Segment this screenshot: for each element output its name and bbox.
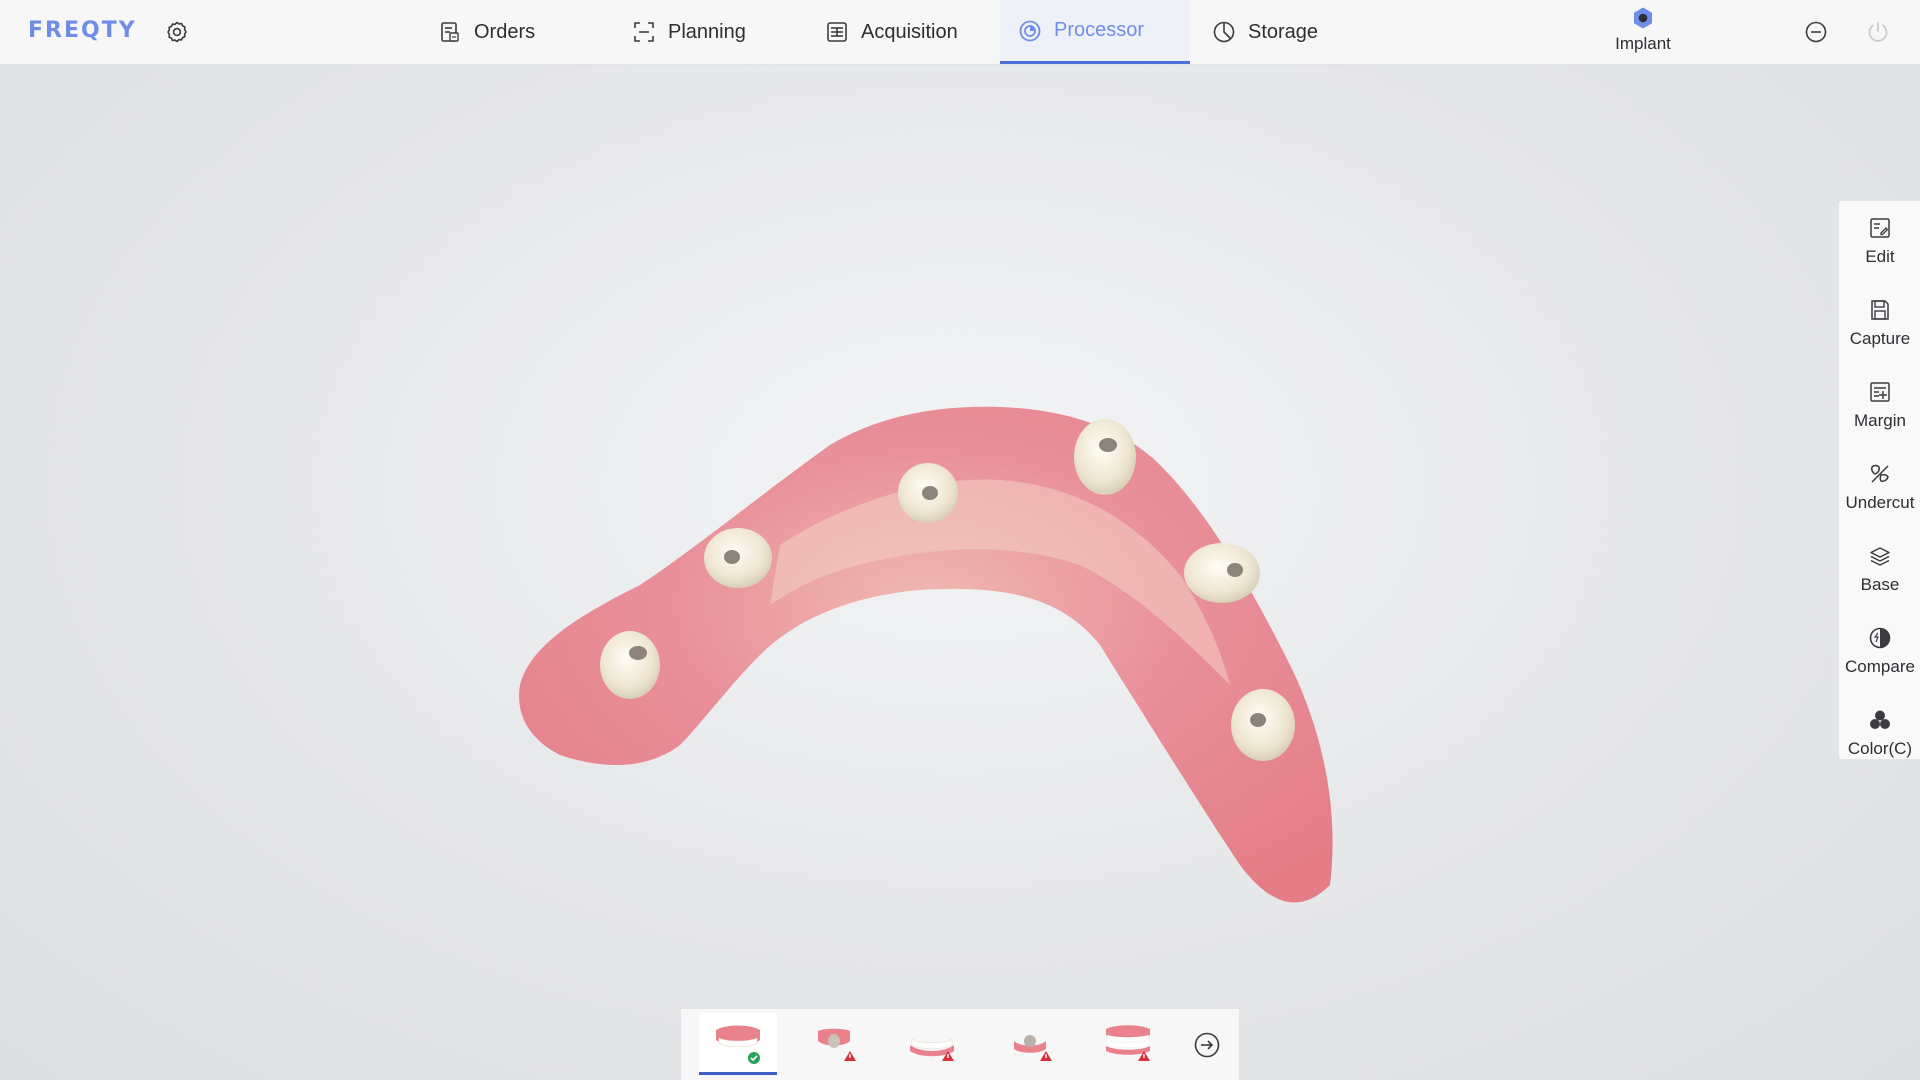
- scan-body-5: [1184, 543, 1260, 603]
- save-icon: [1867, 297, 1893, 323]
- tool-color[interactable]: Color(C): [1839, 693, 1920, 773]
- tab-orders[interactable]: Orders: [420, 0, 570, 64]
- implant-mode-label: Implant: [1615, 34, 1671, 53]
- scan-body-1: [600, 631, 660, 699]
- tool-base[interactable]: Base: [1839, 529, 1920, 609]
- tool-base-label: Base: [1860, 575, 1900, 594]
- tab-orders-label: Orders: [474, 20, 536, 43]
- tab-storage-label: Storage: [1248, 20, 1319, 43]
- implant-hex-icon: [1634, 7, 1652, 29]
- scan-body-4: [1074, 419, 1136, 495]
- orders-icon: [438, 20, 462, 44]
- minimize-button[interactable]: [1804, 20, 1828, 44]
- tool-edit-label: Edit: [1865, 247, 1895, 266]
- storage-icon: [1212, 20, 1236, 44]
- upper-jaw-icon: [716, 1025, 760, 1064]
- power-button[interactable]: [1866, 20, 1890, 44]
- tab-acquisition[interactable]: Acquisition: [807, 0, 997, 64]
- scan-body-2: [704, 528, 772, 588]
- tab-planning[interactable]: Planning: [614, 0, 784, 64]
- 3d-viewport[interactable]: [0, 65, 1838, 1005]
- tool-capture-label: Capture: [1849, 329, 1911, 348]
- implant-mode-button[interactable]: Implant: [1600, 6, 1686, 62]
- processor-icon: [1018, 19, 1042, 43]
- stage-upper-jaw[interactable]: [699, 1013, 777, 1075]
- tool-capture[interactable]: Capture: [1839, 283, 1920, 363]
- bite-icon: [1106, 1025, 1150, 1061]
- scan-body-3: [898, 463, 958, 523]
- upper-scanbody-icon: [818, 1028, 856, 1061]
- tool-undercut-label: Undercut: [1845, 493, 1915, 512]
- tool-compare[interactable]: Compare: [1839, 611, 1920, 691]
- tab-storage[interactable]: Storage: [1194, 0, 1354, 64]
- power-icon: [1868, 21, 1888, 42]
- tab-acquisition-label: Acquisition: [861, 20, 958, 43]
- lower-jaw-icon: [910, 1038, 954, 1061]
- settings-button[interactable]: [164, 19, 190, 45]
- tool-color-label: Color(C): [1847, 739, 1913, 758]
- lower-scanbody-icon: [1014, 1035, 1052, 1061]
- tool-panel: Edit Capture Margin Undercut Base Compar…: [1838, 200, 1920, 760]
- stage-bite[interactable]: [1089, 1013, 1167, 1075]
- scan-body-6: [1231, 689, 1295, 761]
- tool-margin[interactable]: Margin: [1839, 365, 1920, 445]
- undercut-icon: [1867, 461, 1893, 487]
- top-bar: FREQTY Orders Planning Acquisition Proce…: [0, 0, 1920, 65]
- tab-planning-label: Planning: [668, 20, 746, 43]
- stage-lower-jaw[interactable]: [893, 1013, 971, 1075]
- tab-processor-label: Processor: [1054, 19, 1145, 41]
- layers-icon: [1867, 543, 1893, 569]
- margin-icon: [1867, 379, 1893, 405]
- dental-arch-scan-model[interactable]: [500, 345, 1400, 925]
- tab-processor[interactable]: Processor: [1000, 0, 1190, 64]
- acquisition-icon: [825, 20, 849, 44]
- next-stage-button[interactable]: [1193, 1031, 1221, 1059]
- app-logo: FREQTY: [28, 18, 137, 43]
- stage-upper-scanbody[interactable]: [795, 1013, 873, 1075]
- tool-undercut[interactable]: Undercut: [1839, 447, 1920, 527]
- minus-circle-icon: [1805, 21, 1827, 43]
- edit-icon: [1867, 215, 1893, 241]
- stage-lower-scanbody[interactable]: [991, 1013, 1069, 1075]
- scan-stage-bar: [680, 1008, 1240, 1080]
- arrow-right-circle-icon: [1194, 1032, 1220, 1058]
- tool-edit[interactable]: Edit: [1839, 201, 1920, 281]
- tool-margin-label: Margin: [1854, 411, 1906, 430]
- contrast-icon: [1867, 625, 1893, 651]
- color-icon: [1867, 707, 1893, 733]
- gear-icon: [167, 21, 187, 43]
- tool-compare-label: Compare: [1845, 657, 1915, 676]
- planning-icon: [632, 20, 656, 44]
